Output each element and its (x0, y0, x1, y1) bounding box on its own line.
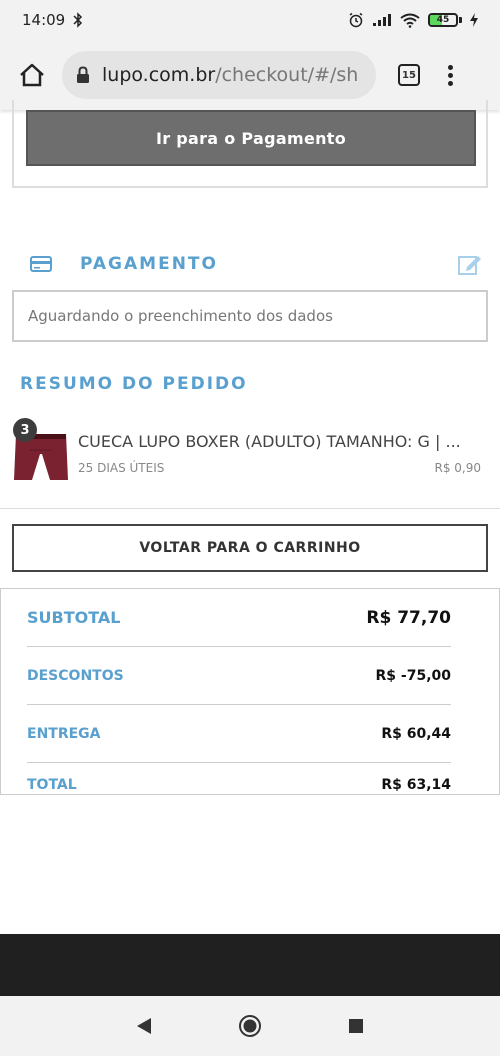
status-time: 14:09 (22, 11, 66, 29)
recents-icon (349, 1019, 363, 1033)
url-text: lupo.com.br/checkout/#/sh (102, 64, 358, 86)
edit-icon[interactable] (458, 253, 482, 275)
shipping-value: R$ 60,44 (381, 725, 451, 742)
order-summary-title: RESUMO DO PEDIDO (20, 374, 248, 394)
nav-home-button[interactable] (230, 1006, 270, 1046)
home-circle-icon (239, 1015, 261, 1037)
total-row: TOTAL R$ 63,14 (27, 763, 451, 794)
status-bar: 14:09 45 (0, 0, 500, 40)
battery-icon: 45 (428, 13, 462, 27)
payment-status-text: Aguardando o preenchimento dos dados (28, 307, 333, 325)
home-icon (20, 63, 44, 87)
menu-dot (448, 80, 453, 86)
bluetooth-icon (73, 12, 83, 28)
subtotal-value: R$ 77,70 (366, 607, 451, 628)
home-button[interactable] (14, 57, 50, 93)
alarm-icon (349, 12, 363, 28)
signal-icon (373, 14, 391, 26)
quantity-badge: 3 (13, 418, 37, 442)
discount-value: R$ -75,00 (375, 667, 452, 684)
battery-body: 45 (428, 13, 458, 27)
battery-level-text: 45 (436, 15, 450, 25)
payment-status-box: Aguardando o preenchimento dos dados (12, 290, 488, 342)
payment-header: PAGAMENTO (30, 250, 482, 278)
menu-dot (448, 64, 453, 70)
tab-switcher-button[interactable]: 15 (398, 64, 420, 86)
lock-icon (77, 66, 89, 83)
product-price: R$ 0,90 (434, 461, 481, 475)
back-icon (137, 1018, 151, 1034)
status-left: 14:09 (22, 11, 83, 29)
bottom-black-bar (0, 934, 500, 996)
menu-dots-icon[interactable] (448, 64, 453, 86)
total-label: TOTAL (27, 777, 77, 793)
product-name: CUECA LUPO BOXER (ADULTO) TAMANHO: G | .… (78, 432, 461, 451)
android-nav-bar (0, 996, 500, 1056)
subtotal-label: SUBTOTAL (27, 608, 121, 627)
shipping-row: ENTREGA R$ 60,44 (27, 705, 451, 763)
menu-dot (448, 72, 453, 78)
charging-icon (470, 13, 478, 27)
go-to-payment-button[interactable]: Ir para o Pagamento (26, 110, 476, 166)
discount-label: DESCONTOS (27, 667, 124, 684)
url-path: /checkout/#/sh (215, 64, 359, 86)
divider (0, 508, 500, 509)
nav-back-button[interactable] (124, 1006, 164, 1046)
battery-tip (459, 17, 462, 23)
nav-recents-button[interactable] (336, 1006, 376, 1046)
status-right: 45 (348, 12, 478, 28)
credit-card-icon (30, 256, 52, 272)
url-domain: lupo.com.br (102, 64, 216, 86)
shipping-label: ENTREGA (27, 725, 101, 742)
back-to-cart-button[interactable]: VOLTAR PARA O CARRINHO (12, 524, 488, 572)
product-delivery-time: 25 DIAS ÚTEIS (78, 461, 165, 475)
address-bar[interactable]: lupo.com.br/checkout/#/sh (62, 51, 376, 99)
payment-title: PAGAMENTO (80, 254, 218, 274)
wifi-icon (400, 13, 420, 28)
subtotal-row: SUBTOTAL R$ 77,70 (27, 589, 451, 647)
total-value: R$ 63,14 (381, 777, 451, 793)
totals-box: SUBTOTAL R$ 77,70 DESCONTOS R$ -75,00 EN… (0, 588, 500, 795)
discount-row: DESCONTOS R$ -75,00 (27, 647, 451, 705)
